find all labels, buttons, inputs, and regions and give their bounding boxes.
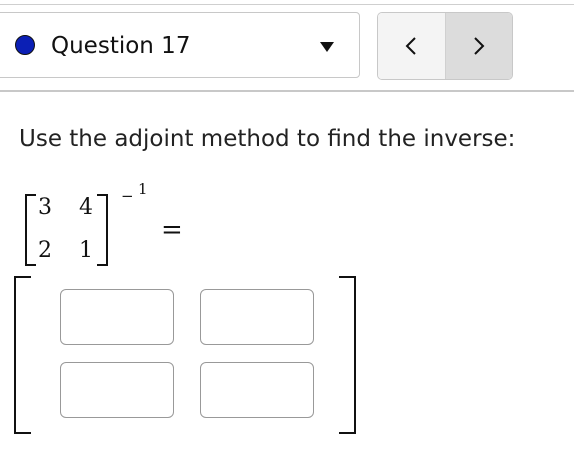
matrix-cell-2-1: 2 (38, 238, 52, 263)
matrix-cell-2-2: 1 (79, 238, 93, 263)
matrix-cell-1-1: 3 (38, 195, 52, 220)
exponent-sign: − (121, 187, 134, 205)
answer-input-1-2[interactable] (200, 289, 314, 345)
caret-down-icon[interactable] (320, 42, 334, 52)
answer-input-2-1[interactable] (60, 362, 174, 418)
exponent-value: 1 (138, 180, 148, 198)
answer-input-1-1[interactable] (60, 289, 174, 345)
equals-sign: = (161, 215, 183, 245)
question-nav (377, 12, 513, 80)
question-label: Question 17 (51, 33, 191, 59)
answer-left-bracket (14, 276, 31, 434)
next-question-button[interactable] (445, 13, 512, 79)
answer-input-2-2[interactable] (200, 362, 314, 418)
matrix-cell-1-2: 4 (79, 195, 93, 220)
matrix-left-bracket (25, 194, 36, 266)
chevron-left-icon (405, 37, 416, 55)
question-selector[interactable]: Question 17 (0, 12, 360, 78)
header-divider (0, 90, 574, 92)
question-prompt: Use the adjoint method to find the inver… (19, 126, 516, 152)
answer-right-bracket (339, 276, 356, 434)
previous-question-button[interactable] (378, 13, 446, 79)
question-status-dot (15, 35, 35, 55)
chevron-right-icon (474, 37, 485, 55)
matrix-right-bracket (97, 194, 108, 266)
top-divider (0, 4, 574, 5)
